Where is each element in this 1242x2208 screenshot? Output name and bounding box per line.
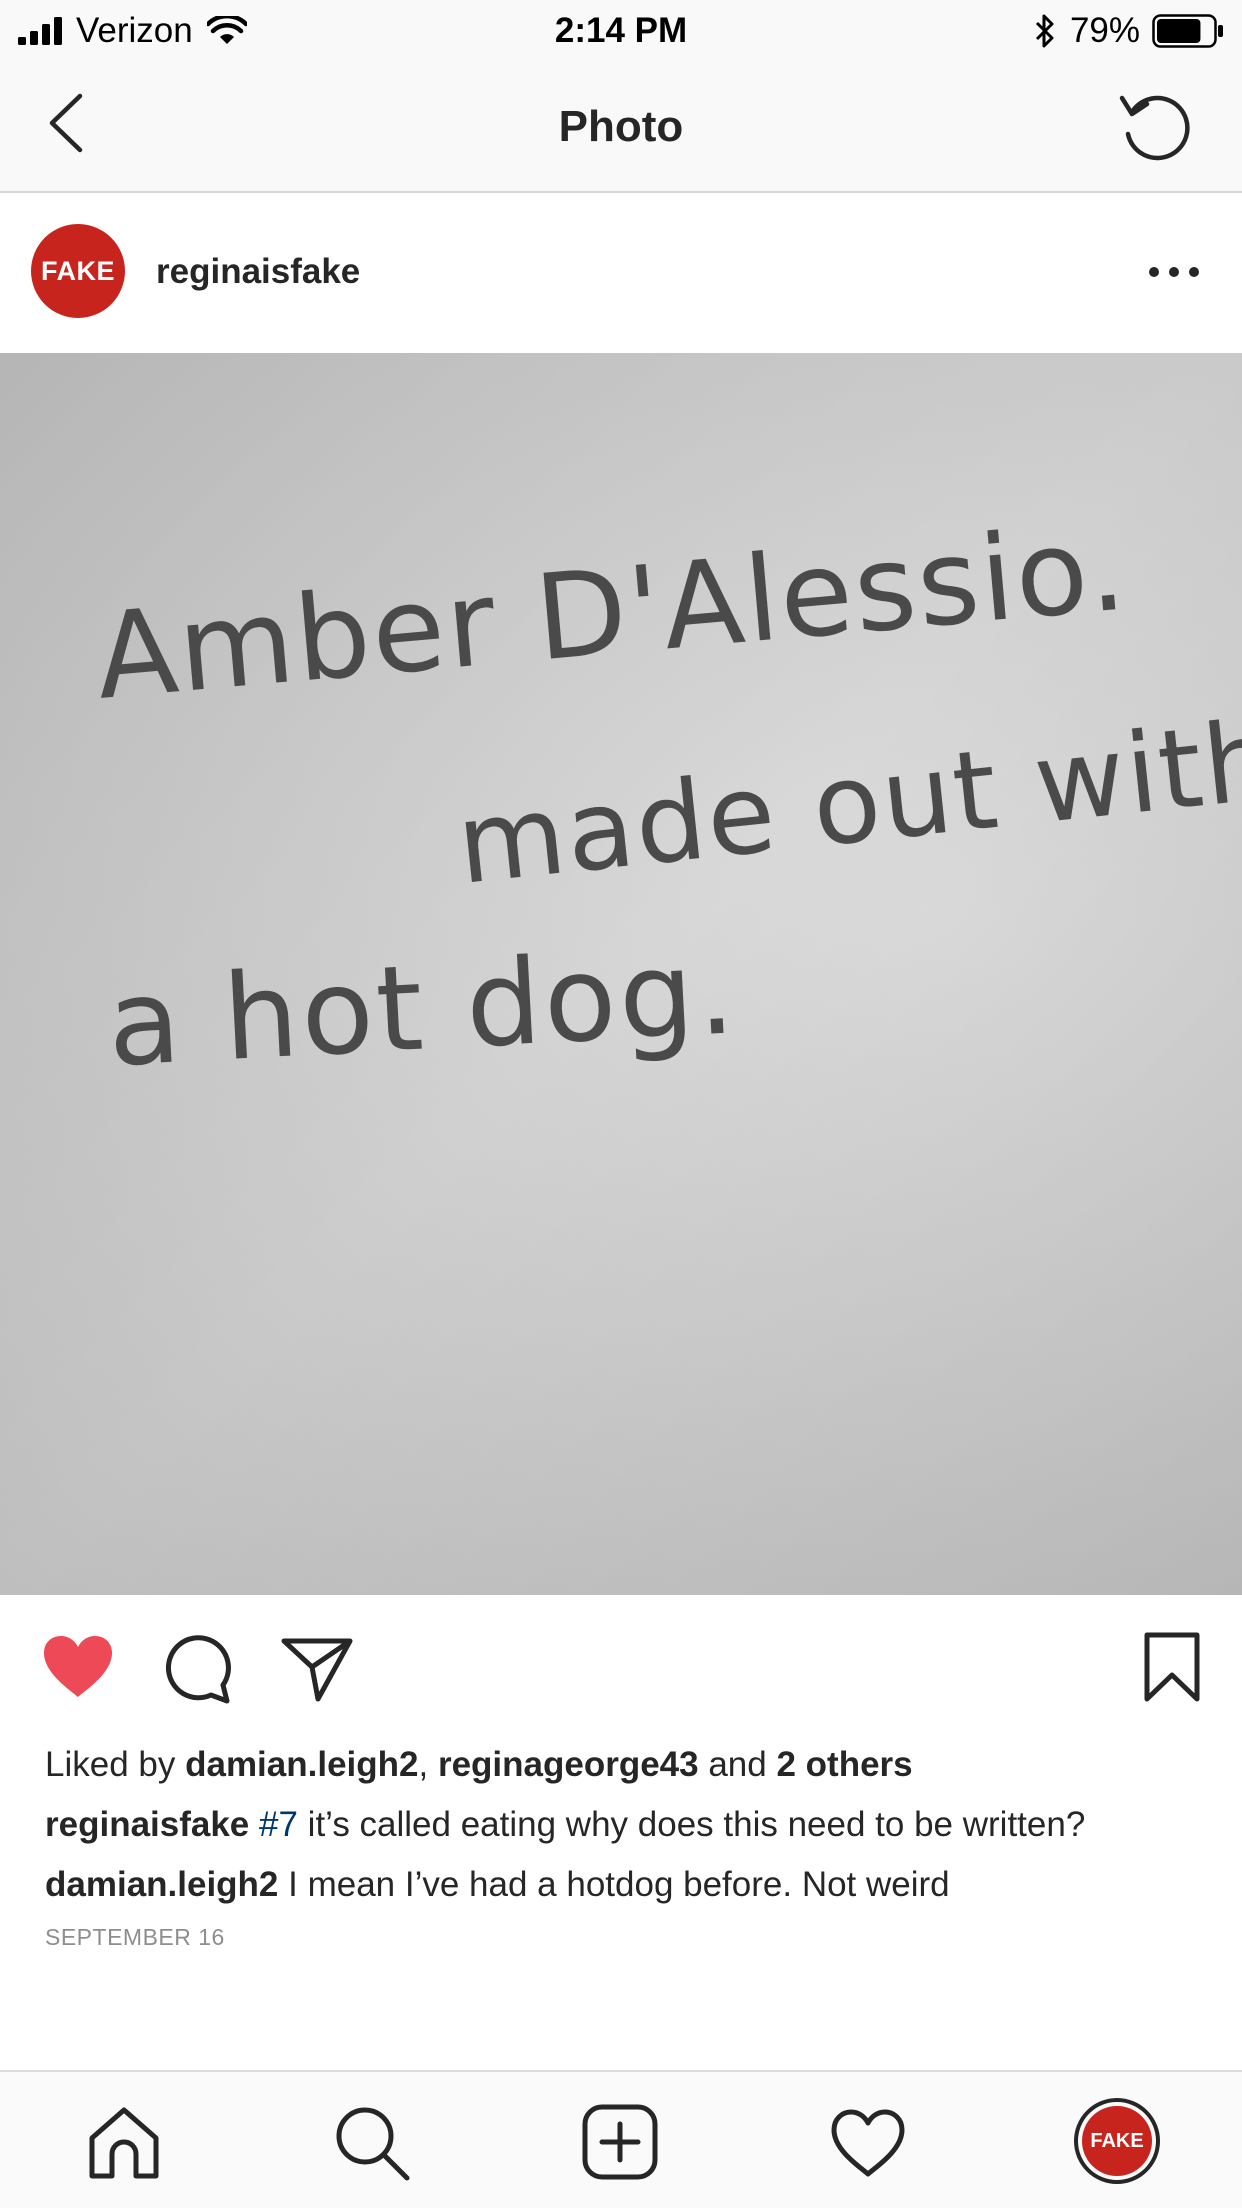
- likes-and: and: [698, 1745, 777, 1784]
- bookmark-icon[interactable]: [1142, 1631, 1202, 1703]
- refresh-icon[interactable]: [1116, 88, 1192, 164]
- caption-line: reginaisfake #7 it’s called eating why d…: [45, 1795, 1205, 1855]
- page-title: Photo: [558, 102, 684, 151]
- comment-text: I mean I’ve had a hotdog before. Not wei…: [278, 1865, 950, 1904]
- tab-bar: FAKE: [0, 2070, 1242, 2208]
- profile-avatar-label: FAKE: [1082, 2106, 1152, 2176]
- status-bar: Verizon 2:14 PM 79%: [0, 0, 1242, 62]
- share-icon[interactable]: [280, 1635, 354, 1703]
- more-options-icon[interactable]: [1146, 259, 1202, 285]
- comment-line: damian.leigh2 I mean I’ve had a hotdog b…: [45, 1855, 1205, 1915]
- post-actions: [0, 1595, 1242, 1735]
- home-icon[interactable]: [84, 2102, 164, 2182]
- heart-icon[interactable]: [40, 1633, 116, 1701]
- post-photo[interactable]: Amber D'Alessio. made out with a hot dog…: [0, 353, 1242, 1595]
- liker-username-1[interactable]: damian.leigh2: [185, 1745, 418, 1784]
- activity-icon[interactable]: [828, 2102, 908, 2182]
- likes-prefix: Liked by: [45, 1745, 186, 1784]
- likes-separator: ,: [418, 1745, 438, 1784]
- likes-others-link[interactable]: 2 others: [776, 1745, 912, 1784]
- search-icon[interactable]: [331, 2102, 411, 2182]
- status-right: 79%: [1034, 10, 1224, 52]
- likes-line: Liked by damian.leigh2, reginageorge43 a…: [45, 1735, 1205, 1795]
- new-post-icon[interactable]: [580, 2102, 660, 2182]
- post-date: SEPTEMBER 16: [45, 1924, 225, 1950]
- post-header: FAKE reginaisfake: [0, 193, 1242, 353]
- handwritten-note-image: Amber D'Alessio. made out with a hot dog…: [0, 353, 1242, 1595]
- avatar[interactable]: FAKE: [31, 224, 125, 318]
- battery-percent: 79%: [1069, 11, 1140, 50]
- bluetooth-icon: [1035, 14, 1054, 48]
- nav-bar: Photo: [0, 62, 1242, 193]
- battery-icon: [1152, 14, 1223, 48]
- caption-hashtag[interactable]: #7: [259, 1805, 298, 1844]
- caption-username[interactable]: reginaisfake: [45, 1805, 249, 1844]
- caption-text: it’s called eating why does this need to…: [297, 1805, 1086, 1844]
- profile-avatar[interactable]: FAKE: [1074, 2098, 1160, 2184]
- post-details: Liked by damian.leigh2, reginageorge43 a…: [45, 1735, 1205, 1957]
- comment-username[interactable]: damian.leigh2: [45, 1865, 278, 1904]
- comment-icon[interactable]: [163, 1633, 235, 1705]
- app-screen: Verizon 2:14 PM 79% Photo FAKE reginaisf…: [0, 0, 1242, 2208]
- post-username[interactable]: reginaisfake: [156, 251, 360, 293]
- liker-username-2[interactable]: reginageorge43: [438, 1745, 699, 1784]
